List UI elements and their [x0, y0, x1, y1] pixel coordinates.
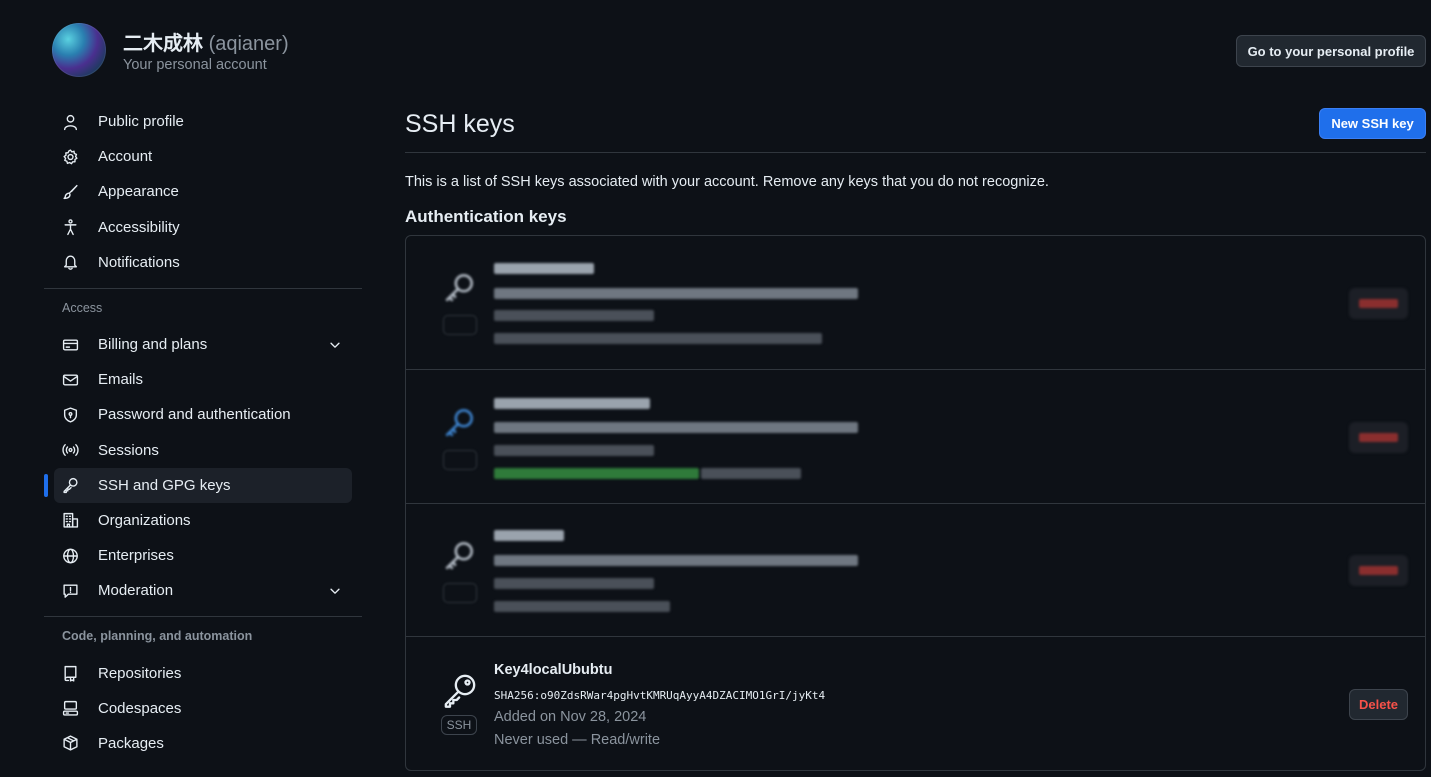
redacted-title: [494, 398, 650, 409]
sidebar-item-label: Codespaces: [98, 699, 182, 717]
redacted-fingerprint: [494, 555, 858, 566]
key-icon: [62, 477, 79, 494]
sidebar-item-accessibility[interactable]: Accessibility: [54, 210, 352, 245]
sidebar-item-label: Accessibility: [98, 218, 180, 236]
sidebar-item-repositories[interactable]: Repositories: [54, 655, 352, 690]
redacted-fingerprint: [494, 288, 858, 299]
sidebar-item-label: Repositories: [98, 664, 182, 682]
ssh-keys-list: SSH Key4localUbubtu SHA256:o90ZdsRWar4pg…: [405, 235, 1426, 771]
redacted-last-used: [494, 468, 699, 479]
sidebar-item-label: Emails: [98, 371, 144, 389]
sidebar-item-label: Packages: [98, 734, 164, 752]
sidebar-item-label: Account: [98, 148, 153, 166]
sidebar-item-public-profile[interactable]: Public profile: [54, 104, 352, 139]
sidebar-item-label: Billing and plans: [98, 336, 208, 354]
broadcast-icon: [62, 442, 79, 459]
page-title: SSH keys: [405, 110, 515, 138]
sidebar-item-label: Enterprises: [98, 547, 174, 565]
account-handle: (aqianer): [208, 33, 289, 55]
person-icon: [62, 113, 79, 130]
redacted-delete-button[interactable]: [1349, 422, 1408, 453]
sidebar-item-label: Organizations: [98, 511, 191, 529]
redacted-delete-button[interactable]: [1349, 288, 1408, 319]
key-added-date: Added on Nov 28, 2024: [494, 709, 647, 725]
gear-icon: [62, 148, 79, 165]
sidebar-item-appearance[interactable]: Appearance: [54, 174, 352, 209]
sidebar-item-sessions[interactable]: Sessions: [54, 433, 352, 468]
ssh-key-row: SSH Key4localUbubtu SHA256:o90ZdsRWar4pg…: [406, 636, 1425, 770]
globe-icon: [62, 547, 79, 564]
ssh-badge: [443, 315, 477, 335]
sidebar-item-label: SSH and GPG keys: [98, 476, 231, 494]
redacted-added: [494, 445, 654, 456]
account-display-name: 二木成林: [123, 33, 203, 55]
sidebar-item-organizations[interactable]: Organizations: [54, 503, 352, 538]
credit-card-icon: [62, 336, 79, 353]
redacted-title: [494, 530, 564, 541]
sidebar-item-label: Moderation: [98, 582, 174, 600]
sidebar-item-billing-and-plans[interactable]: Billing and plans: [54, 327, 352, 362]
key-usage: Never used — Read/write: [494, 732, 661, 748]
sidebar-item-moderation[interactable]: Moderation: [54, 573, 352, 608]
ssh-badge: [443, 450, 477, 470]
bell-icon: [62, 254, 79, 271]
key-icon: [440, 268, 478, 308]
delete-key-button[interactable]: Delete: [1349, 689, 1408, 720]
account-name: 二木成林 (aqianer): [123, 27, 289, 56]
accessibility-icon: [62, 219, 79, 236]
key-title: Key4localUbubtu: [494, 662, 613, 678]
sidebar-item-enterprises[interactable]: Enterprises: [54, 538, 352, 573]
sidebar-item-codespaces[interactable]: Codespaces: [54, 691, 352, 726]
key-icon: [440, 670, 480, 710]
codespaces-icon: [62, 700, 79, 717]
redacted-usage: [494, 601, 670, 612]
sidebar-item-emails[interactable]: Emails: [54, 362, 352, 397]
redacted-key-row: [406, 369, 1425, 503]
redacted-delete-button[interactable]: [1349, 555, 1408, 586]
redacted-title: [494, 263, 594, 274]
avatar[interactable]: [52, 23, 106, 77]
sidebar-item-notifications[interactable]: Notifications: [54, 245, 352, 280]
sidebar-item-label: Sessions: [98, 441, 159, 459]
sidebar-item-label: Password and authentication: [98, 406, 291, 424]
sidebar-item-password-and-authentication[interactable]: Password and authentication: [54, 397, 352, 432]
report-icon: [62, 582, 79, 599]
sidebar-item-label: Appearance: [98, 183, 179, 201]
account-subtitle: Your personal account: [123, 57, 267, 73]
sidebar-item-label: Public profile: [98, 113, 184, 131]
redacted-key-row: [406, 236, 1425, 369]
redacted-added: [494, 578, 654, 589]
ssh-badge: [443, 583, 477, 603]
new-ssh-key-button[interactable]: New SSH key: [1319, 108, 1426, 139]
redacted-added: [494, 310, 654, 321]
sidebar-item-account[interactable]: Account: [54, 139, 352, 174]
sidebar-item-ssh-and-gpg-keys[interactable]: SSH and GPG keys: [44, 467, 352, 503]
sidebar-item-label: Notifications: [98, 253, 180, 271]
access-heading: Access: [62, 300, 103, 315]
key-icon: [440, 403, 478, 443]
redacted-access: [701, 468, 801, 479]
code-planning-heading: Code, planning, and automation: [62, 629, 253, 644]
redacted-usage: [494, 333, 822, 344]
redacted-key-row: [406, 503, 1425, 636]
go-to-profile-button[interactable]: Go to your personal profile: [1236, 35, 1426, 67]
settings-sidebar: Public profile Account Appearance Accessibi…: [44, 104, 362, 761]
authentication-keys-heading: Authentication keys: [405, 207, 567, 226]
mail-icon: [62, 371, 79, 388]
sidebar-item-packages[interactable]: Packages: [54, 726, 352, 761]
shield-lock-icon: [62, 406, 79, 423]
redacted-fingerprint: [494, 422, 858, 433]
key-icon: [440, 536, 478, 576]
organization-icon: [62, 512, 79, 529]
ssh-badge: SSH: [441, 715, 477, 735]
chevron-down-icon[interactable]: [328, 584, 342, 598]
intro-text: This is a list of SSH keys associated wi…: [405, 174, 1049, 190]
chevron-down-icon[interactable]: [328, 338, 342, 352]
title-divider: [405, 152, 1426, 153]
key-fingerprint: SHA256:o90ZdsRWar4pgHvtKMRUqAyyA4DZACIMO…: [494, 689, 826, 702]
paintbrush-icon: [62, 183, 79, 200]
package-icon: [62, 735, 79, 752]
repo-icon: [62, 665, 79, 682]
